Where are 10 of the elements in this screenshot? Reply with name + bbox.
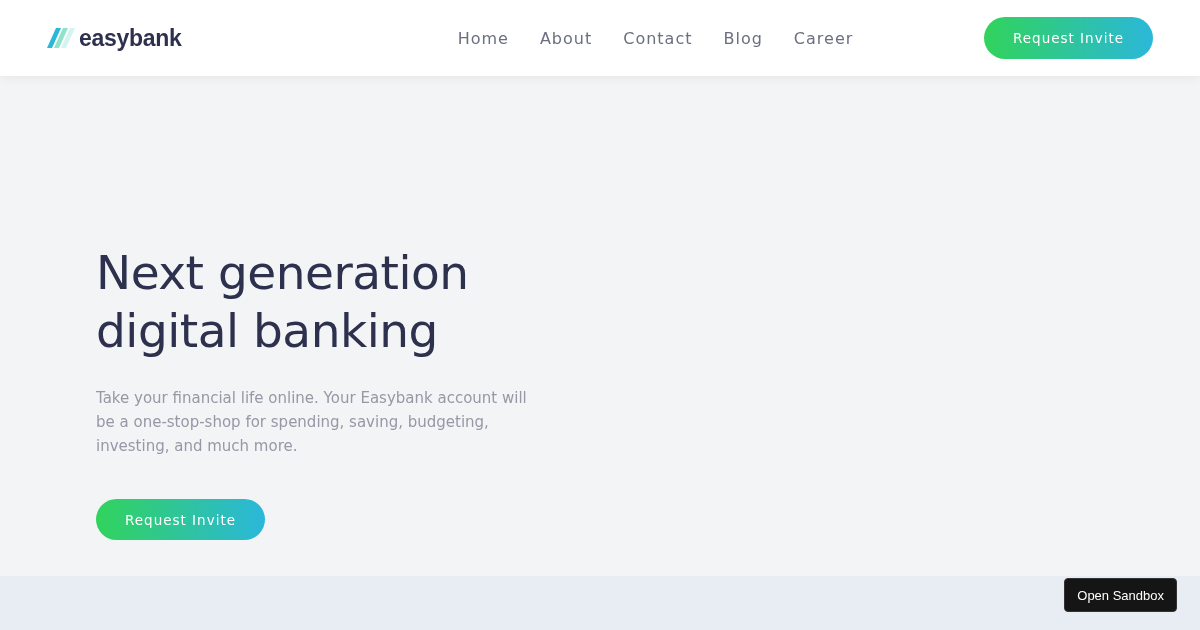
logo-stripes-icon xyxy=(47,28,75,48)
nav-link[interactable]: Home xyxy=(457,22,509,54)
nav-link[interactable]: Contact xyxy=(623,22,693,54)
logo-text[interactable]: easybank xyxy=(79,24,182,52)
open-sandbox-button[interactable]: Open Sandbox xyxy=(1064,578,1177,612)
hero-heading: Next generation digital banking xyxy=(96,244,470,360)
nav-link[interactable]: Blog xyxy=(723,22,763,54)
nav-link[interactable]: About xyxy=(539,22,593,54)
hero-description: Take your financial life online. Your Easybank account will be a one-stop-shop for spending, saving, budgeting, investing, and much more. xyxy=(96,388,528,457)
nav-link[interactable]: Career xyxy=(793,22,854,54)
